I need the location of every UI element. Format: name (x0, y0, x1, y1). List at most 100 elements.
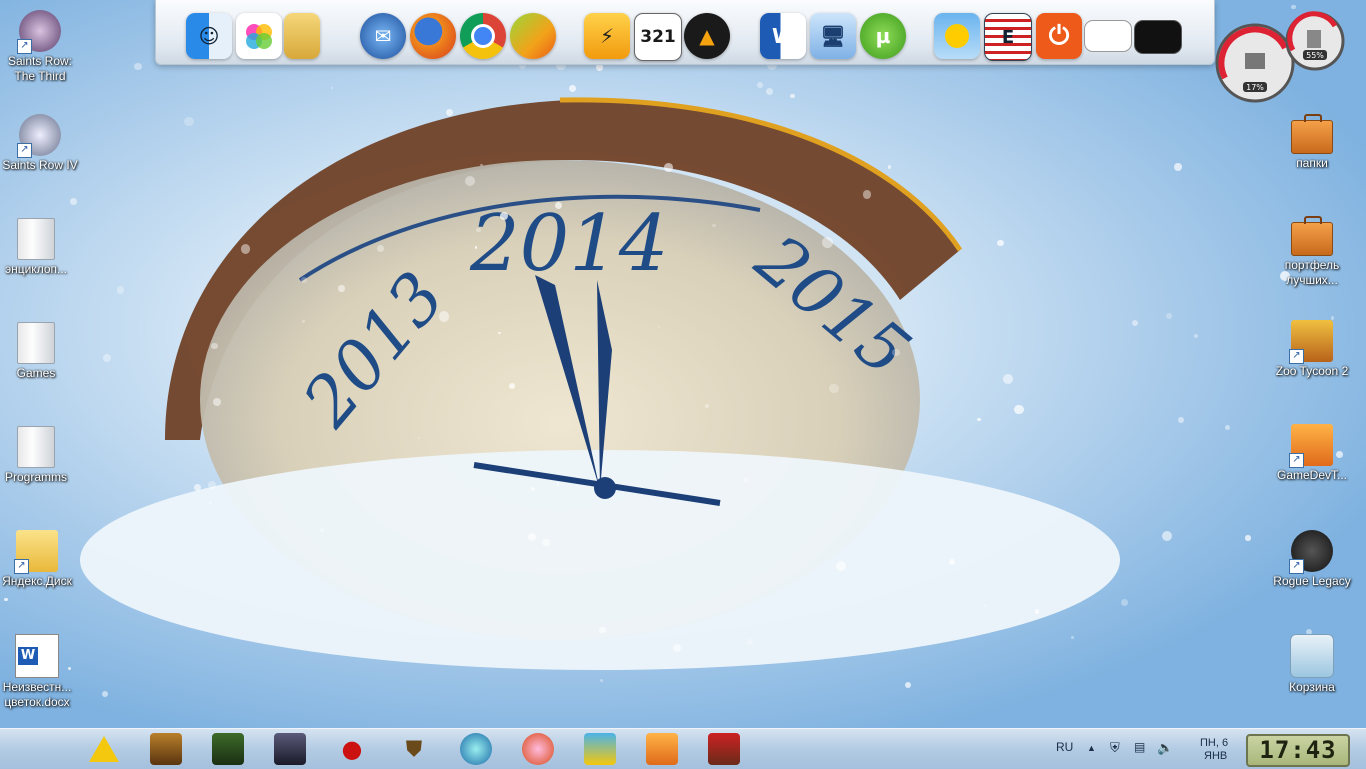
snowflake (184, 116, 194, 126)
snowflake (1245, 535, 1251, 541)
snowflake (1225, 425, 1231, 431)
snowflake (664, 163, 673, 172)
yandex-disk-icon[interactable]: ↗ Яндекс.Диск (0, 530, 77, 589)
snowflake (887, 165, 892, 169)
zoo-tycoon-2-icon[interactable]: ↗ Zoo Tycoon 2 (1272, 320, 1352, 379)
recycle-bin-icon[interactable]: Корзина (1272, 634, 1352, 695)
icon-label: Rogue Legacy (1273, 574, 1351, 588)
tractor-taskbar-icon[interactable] (708, 733, 740, 765)
folder-icon[interactable] (284, 13, 320, 59)
snowflake (712, 223, 717, 228)
snowflake (983, 604, 987, 608)
snowflake (822, 236, 834, 248)
snowflake (528, 532, 537, 541)
programms-folder-icon[interactable]: Programms (0, 426, 76, 485)
games-folder-icon[interactable]: Games (0, 322, 76, 381)
red-character-taskbar-icon[interactable]: ● (336, 733, 368, 765)
portfel-folder-icon[interactable]: портфель лучших... (1272, 214, 1352, 288)
snowflake (498, 331, 501, 334)
firefox-icon[interactable] (410, 13, 456, 59)
chrome-icon[interactable] (460, 13, 506, 59)
snowflake (70, 198, 77, 205)
cpu-usage-label: 17% (1246, 83, 1264, 92)
snowflake (765, 87, 773, 95)
security-shield-icon[interactable]: ⛨ (1110, 740, 1120, 756)
snowflake (997, 239, 1004, 246)
ram-chip-icon (1307, 30, 1321, 48)
e-document-icon[interactable]: E (984, 13, 1032, 61)
snowflake (101, 690, 108, 697)
aimp-taskbar-icon[interactable] (88, 733, 120, 765)
network-icon[interactable]: 🖥 (810, 13, 856, 59)
clock-year-left: 2013 (288, 258, 460, 442)
language-indicator[interactable]: RU (1056, 740, 1073, 754)
snowflake (1013, 404, 1024, 415)
cpu-ram-gauge-gadget[interactable]: 17% 55% (1215, 8, 1355, 103)
lcd-clock[interactable]: 17:43 (1246, 734, 1350, 767)
top-dock: ☺ ✉ ⚡ 321 ▲ W 🖥 µ E ⏻ (155, 0, 1215, 65)
media-player-classic-icon[interactable]: 321 (634, 13, 682, 61)
clock-year-center: 2014 (469, 199, 669, 289)
show-hidden-icons-button[interactable]: ▲ (1087, 743, 1096, 753)
icon-label: Games (16, 366, 56, 380)
icon-label: Неизвестн... цветок.docx (2, 680, 72, 709)
enciclopedia-folder-icon[interactable]: энциклоп... (0, 218, 76, 277)
aimp-icon[interactable]: ▲ (684, 13, 730, 59)
snowflake (418, 437, 421, 440)
snowflake (509, 383, 516, 390)
power-icon[interactable]: ⏻ (1036, 13, 1082, 59)
snowflake (338, 285, 345, 292)
word-icon[interactable]: W (760, 13, 806, 59)
snowflake (446, 109, 453, 116)
snowflake (704, 404, 709, 409)
snowflake (531, 486, 536, 491)
snowflake (1003, 374, 1013, 384)
snowflake (438, 311, 450, 322)
rogue-legacy-icon[interactable]: ↗ Rogue Legacy (1272, 530, 1352, 589)
snowflake (862, 190, 872, 199)
bluestacks-icon[interactable] (510, 13, 556, 59)
snowflake (742, 477, 749, 483)
window-preview-icon-1[interactable] (1084, 20, 1132, 52)
gamedev-icon[interactable]: ↗ GameDevT... (1272, 424, 1352, 483)
color-picker-icon[interactable] (236, 13, 282, 59)
docx-file-icon[interactable]: W Неизвестн... цветок.docx (0, 634, 77, 710)
snowflake (376, 244, 384, 252)
snowflake (1173, 163, 1182, 172)
cpu-chip-icon (1245, 53, 1265, 69)
icon-label: Zoo Tycoon 2 (1275, 364, 1349, 378)
icon-label: Яндекс.Диск (2, 574, 72, 588)
snowflake (747, 639, 754, 646)
winamp-icon[interactable]: ⚡ (584, 13, 630, 59)
window-preview-icon-2[interactable] (1134, 20, 1182, 54)
icon-label: энциклоп... (4, 262, 68, 276)
apple-menu-icon[interactable] (14, 733, 46, 765)
network-tray-icon[interactable]: ▤ (1134, 740, 1145, 754)
gamedev-taskbar-icon[interactable] (646, 733, 678, 765)
volume-icon[interactable]: 🔈 (1157, 740, 1173, 756)
desktop-wallpaper: 2014 2013 2015 (0, 0, 1366, 728)
snowflake (673, 643, 682, 652)
warcraft-orc-taskbar-icon[interactable] (212, 733, 244, 765)
snowflake (1161, 530, 1172, 541)
snowflake (892, 348, 900, 357)
warcraft-undead-taskbar-icon[interactable] (274, 733, 306, 765)
swirl-taskbar-icon[interactable] (460, 733, 492, 765)
weather-icon[interactable] (934, 13, 980, 59)
snowflake (208, 502, 211, 505)
snowflake (465, 176, 476, 187)
yandex-taskbar-icon[interactable] (584, 733, 616, 765)
saints-row-iv-icon[interactable]: ↗ Saints Row IV (0, 114, 80, 173)
game-scroll-taskbar-icon[interactable] (150, 733, 182, 765)
saints-row-the-third-icon[interactable]: ↗ Saints Row: The Third (0, 10, 80, 84)
snowflake (657, 325, 660, 328)
finder-icon[interactable]: ☺ (186, 13, 232, 59)
snowflake (1121, 598, 1129, 606)
shield-taskbar-icon[interactable]: ⛊ (398, 733, 430, 765)
papki-folder-icon[interactable]: папки (1272, 112, 1352, 171)
thunderbird-icon[interactable]: ✉ (360, 13, 406, 59)
snowflake (476, 227, 481, 233)
utorrent-icon[interactable]: µ (860, 13, 906, 59)
snowflake (757, 81, 764, 89)
orange-app-taskbar-icon[interactable] (522, 733, 554, 765)
